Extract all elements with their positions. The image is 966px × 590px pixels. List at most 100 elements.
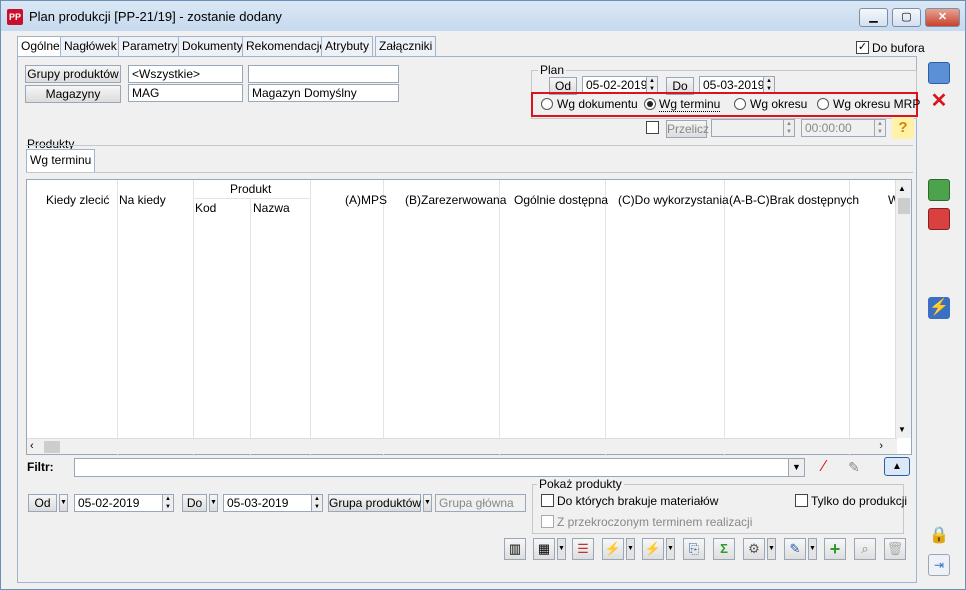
tab-ogolne[interactable]: Ogólne: [17, 36, 64, 58]
do-bufora-label: Do bufora: [872, 41, 925, 55]
bottom-od-button[interactable]: Od: [28, 494, 57, 512]
subtab-wg-terminu[interactable]: Wg terminu: [26, 149, 96, 173]
przelicz-checkbox[interactable]: [646, 121, 659, 134]
radio-wg-okresu[interactable]: [734, 98, 746, 110]
przekroczony-checkbox[interactable]: [541, 515, 554, 528]
expand-filter-icon[interactable]: ▲: [884, 457, 910, 476]
tools-dropdown[interactable]: ▼: [767, 538, 776, 560]
tab-atrybuty[interactable]: Atrybuty: [321, 36, 374, 57]
add-icon[interactable]: +: [824, 538, 846, 560]
col-produkt[interactable]: Produkt: [230, 182, 271, 196]
magazyn-code-field[interactable]: MAG: [128, 84, 243, 102]
vertical-scrollbar[interactable]: ▲ ▼: [895, 180, 911, 438]
col-ogolnie-dostepna[interactable]: Ogólnie dostępna: [514, 193, 608, 207]
cancel-icon[interactable]: ✕: [928, 91, 950, 113]
przelicz-button[interactable]: Przelicz: [666, 120, 709, 138]
scroll-down-arrow[interactable]: ▼: [898, 425, 906, 434]
hscroll-thumb[interactable]: [44, 441, 60, 453]
scroll-up-arrow[interactable]: ▲: [898, 184, 906, 193]
tylko-produkcji-checkbox[interactable]: [795, 494, 808, 507]
horizontal-scrollbar[interactable]: ‹ ›: [27, 438, 897, 454]
minimize-button[interactable]: ▁: [859, 8, 888, 27]
search-icon[interactable]: ⌕: [854, 538, 876, 560]
przelicz-date[interactable]: ▲ ▼: [711, 119, 795, 137]
filtr-input[interactable]: ▼: [74, 458, 805, 477]
tab-zalaczniki[interactable]: Załączniki: [375, 36, 437, 57]
grid-col-divider: [117, 180, 118, 456]
export-icon[interactable]: [928, 179, 950, 201]
pokaz-produkty-label: Pokaż produkty: [537, 477, 624, 491]
bottom-od-date[interactable]: 05-02-2019 ▲ ▼: [74, 494, 174, 512]
chart-icon[interactable]: ▥: [504, 538, 526, 560]
grupa-value-field[interactable]: Grupa główna: [435, 494, 526, 512]
bottom-do-date[interactable]: 05-03-2019 ▲ ▼: [223, 494, 323, 512]
scroll-thumb[interactable]: [898, 198, 910, 214]
radio-wg-dokumentu[interactable]: [541, 98, 553, 110]
bottom-do-spinner[interactable]: ▲ ▼: [311, 495, 322, 511]
tab-parametry[interactable]: Parametry: [118, 36, 182, 57]
edit-dropdown[interactable]: ▼: [808, 538, 817, 560]
delete-icon[interactable]: 🗑: [884, 538, 906, 560]
scroll-right-arrow[interactable]: ›: [879, 440, 883, 452]
grupy-produktow-button[interactable]: Grupy produktów: [25, 65, 121, 83]
magazyn-name-field[interactable]: Magazyn Domyślny: [248, 84, 399, 102]
magazyny-button[interactable]: Magazyny: [25, 85, 121, 103]
run-dropdown[interactable]: ▼: [666, 538, 675, 560]
grupa-produktow-button[interactable]: Grupa produktów: [328, 494, 421, 512]
bottom-do-dropdown[interactable]: ▼: [209, 494, 218, 512]
calendar-icon[interactable]: ▦: [533, 538, 555, 560]
tab-rekomendacje[interactable]: Rekomendacje: [242, 36, 331, 57]
sum-icon[interactable]: Σ: [713, 538, 735, 560]
tools-icon[interactable]: ⚙: [743, 538, 765, 560]
grupy-value-field[interactable]: <Wszystkie>: [128, 65, 243, 83]
bottom-od-spinner[interactable]: ▲ ▼: [162, 495, 173, 511]
save-icon[interactable]: [928, 62, 950, 84]
przelicz-date-spinner[interactable]: ▲ ▼: [783, 120, 794, 136]
help-lightning-icon[interactable]: ?: [892, 117, 914, 139]
grupy-value2-field[interactable]: [248, 65, 399, 83]
grid-col-divider: [193, 180, 194, 456]
bottom-od-dropdown[interactable]: ▼: [59, 494, 68, 512]
import-icon[interactable]: [928, 208, 950, 230]
col-mps[interactable]: (A)MPS: [345, 193, 387, 207]
filtr-dropdown[interactable]: ▼: [788, 459, 804, 476]
document-icon[interactable]: ⎘: [683, 538, 705, 560]
generate-icon[interactable]: ⚡: [602, 538, 624, 560]
brakuje-checkbox[interactable]: [541, 494, 554, 507]
bottom-do-button[interactable]: Do: [182, 494, 207, 512]
run-icon[interactable]: ⚡: [642, 538, 664, 560]
filter-builder-icon[interactable]: ✎: [843, 456, 865, 478]
col-zarezerwowana[interactable]: (B)Zarezerwowana: [405, 193, 506, 207]
pin-icon[interactable]: ⇥: [928, 554, 950, 576]
radio-wg-okresu-mrp-label: Wg okresu MRP: [833, 97, 921, 111]
generate-dropdown[interactable]: ▼: [626, 538, 635, 560]
col-brak-dostepnych[interactable]: (A-B-C)Brak dostępnych: [729, 193, 859, 207]
przelicz-time-spinner[interactable]: ▲ ▼: [874, 120, 885, 136]
tylko-produkcji-label: Tylko do produkcji: [811, 494, 908, 508]
radio-wg-terminu[interactable]: [644, 98, 656, 110]
lightning-icon[interactable]: ⚡: [928, 297, 950, 319]
tab-dokumenty[interactable]: Dokumenty: [178, 36, 247, 57]
subtab-line: [26, 172, 913, 173]
col-do-wykorzystania[interactable]: (C)Do wykorzystania: [618, 193, 729, 207]
radio-wg-dokumentu-label: Wg dokumentu: [557, 97, 638, 111]
products-grid[interactable]: Kiedy zlecić Na kiedy Produkt Kod Nazwa …: [26, 179, 912, 456]
do-bufora-checkbox[interactable]: ✓: [856, 41, 869, 54]
edit-icon[interactable]: ✎: [784, 538, 806, 560]
col-kod[interactable]: Kod: [195, 201, 216, 215]
calendar-dropdown[interactable]: ▼: [557, 538, 566, 560]
col-na-kiedy[interactable]: Na kiedy: [119, 193, 166, 207]
scroll-left-arrow[interactable]: ‹: [30, 440, 34, 452]
close-button[interactable]: ✕: [925, 8, 960, 27]
przelicz-time[interactable]: 00:00:00 ▲ ▼: [801, 119, 886, 137]
tab-naglowek[interactable]: Nagłówek: [60, 36, 121, 57]
col-kiedy-zlecic[interactable]: Kiedy zlecić: [46, 193, 109, 207]
radio-wg-terminu-label: Wg terminu: [659, 97, 721, 112]
produkt-subheader-line: [193, 198, 310, 199]
radio-wg-okresu-mrp[interactable]: [817, 98, 829, 110]
col-nazwa[interactable]: Nazwa: [253, 201, 290, 215]
list-icon[interactable]: ☰: [572, 538, 594, 560]
grupa-produktow-dropdown[interactable]: ▼: [423, 494, 432, 512]
clear-filter-icon[interactable]: ⁄: [813, 456, 835, 478]
maximize-button[interactable]: ▢: [892, 8, 921, 27]
